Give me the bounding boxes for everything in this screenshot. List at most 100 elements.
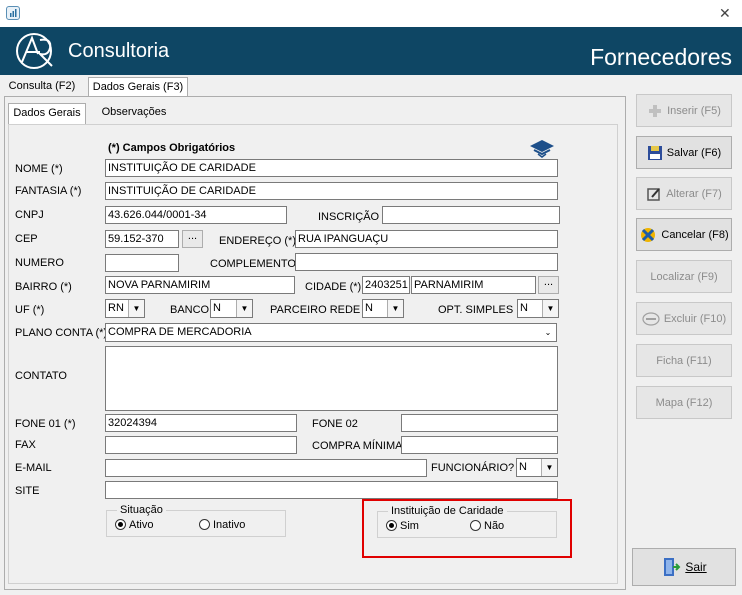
tab-dados-gerais[interactable]: Dados Gerais (F3): [88, 77, 188, 97]
tab-sub-observacoes[interactable]: Observações: [94, 104, 174, 123]
brand-name: Consultoria: [68, 40, 170, 62]
fax-label: FAX: [15, 439, 36, 451]
funcionario-select[interactable]: N ▼: [516, 458, 558, 477]
fantasia-input[interactable]: INSTITUIÇÃO DE CARIDADE: [105, 182, 558, 200]
minus-icon: [642, 311, 660, 326]
excluir-label: Excluir (F10): [663, 312, 727, 325]
email-label: E-MAIL: [15, 462, 52, 474]
contato-textarea[interactable]: [105, 346, 558, 411]
tab-consulta[interactable]: Consulta (F2): [4, 78, 80, 97]
close-icon[interactable]: ✕: [719, 5, 731, 22]
chevron-down-icon: ▼: [387, 300, 403, 317]
parceiro-value: N: [365, 302, 373, 314]
bairro-input[interactable]: NOVA PARNAMIRIM: [105, 276, 295, 294]
app-icon: [6, 6, 20, 20]
logo-icon: [12, 30, 68, 75]
chevron-down-icon: ▼: [542, 300, 558, 317]
site-label: SITE: [15, 485, 40, 497]
cep-search-button[interactable]: ...: [182, 230, 203, 248]
complemento-input[interactable]: [295, 253, 558, 271]
banco-select[interactable]: N ▼: [210, 299, 253, 318]
banco-value: N: [213, 302, 221, 314]
fax-input[interactable]: [105, 436, 297, 454]
ficha-button[interactable]: Ficha (F11): [636, 344, 732, 377]
cep-input[interactable]: 59.152-370: [105, 230, 179, 248]
chevron-down-icon: ▼: [541, 459, 557, 476]
mapa-button[interactable]: Mapa (F12): [636, 386, 732, 419]
uf-select[interactable]: RN ▼: [105, 299, 145, 318]
cidade-search-button[interactable]: ...: [538, 276, 559, 294]
cidade-code-input[interactable]: 2403251: [362, 276, 410, 294]
plano-conta-label: PLANO CONTA (*): [15, 327, 108, 339]
sim-label: Sim: [400, 520, 419, 532]
receita-logo-icon: [528, 138, 556, 161]
nao-label: Não: [484, 520, 505, 532]
inserir-button[interactable]: Inserir (F5): [636, 94, 732, 127]
numero-input[interactable]: [105, 254, 179, 272]
cep-label: CEP: [15, 233, 38, 245]
contato-label: CONTATO: [15, 370, 67, 382]
tab-sub-dados-gerais[interactable]: Dados Gerais: [8, 103, 86, 124]
numero-label: NUMERO: [15, 257, 64, 269]
alterar-button[interactable]: Alterar (F7): [636, 177, 732, 210]
plano-conta-value: COMPRA DE MERCADORIA: [108, 326, 252, 338]
cidade-input[interactable]: PARNAMIRIM: [411, 276, 536, 294]
compra-minima-input[interactable]: [401, 436, 558, 454]
funcionario-value: N: [519, 461, 527, 473]
situacao-ativo-radio[interactable]: Ativo: [115, 519, 153, 531]
endereco-label: ENDEREÇO (*): [219, 235, 297, 247]
opt-simples-select[interactable]: N ▼: [517, 299, 559, 318]
fone02-input[interactable]: [401, 414, 558, 432]
opt-simples-label: OPT. SIMPLES: [438, 304, 514, 316]
sair-button[interactable]: Sair: [632, 548, 736, 586]
chevron-down-icon: ▼: [128, 300, 144, 317]
required-note: (*) Campos Obrigatórios: [108, 142, 236, 154]
mapa-label: Mapa (F12): [655, 396, 713, 409]
plano-conta-select[interactable]: COMPRA DE MERCADORIA ⌄: [105, 323, 557, 342]
complemento-label: COMPLEMENTO: [210, 258, 296, 270]
fantasia-label: FANTASIA (*): [15, 185, 82, 197]
plus-icon: [649, 104, 662, 117]
funcionario-label: FUNCIONÁRIO?: [431, 462, 515, 474]
situacao-group: Situação Ativo Inativo: [106, 504, 286, 537]
inscricao-input[interactable]: [382, 206, 560, 224]
excluir-button[interactable]: Excluir (F10): [636, 302, 732, 335]
fone02-label: FONE 02: [312, 418, 358, 430]
inativo-label: Inativo: [213, 519, 246, 531]
situacao-title: Situação: [117, 504, 166, 516]
ativo-label: Ativo: [129, 519, 154, 531]
chevron-down-icon: ⌄: [540, 324, 556, 341]
header-banner: Consultoria Fornecedores: [0, 27, 742, 75]
exit-door-icon: [664, 558, 681, 576]
site-input[interactable]: [105, 481, 558, 499]
caridade-sim-radio[interactable]: Sim: [386, 520, 419, 532]
alterar-label: Alterar (F7): [666, 187, 722, 200]
caridade-nao-radio[interactable]: Não: [470, 520, 504, 532]
cnpj-input[interactable]: 43.626.044/0001-34: [105, 206, 287, 224]
salvar-button[interactable]: Salvar (F6): [636, 136, 732, 169]
localizar-button[interactable]: Localizar (F9): [636, 260, 732, 293]
parceiro-select[interactable]: N ▼: [362, 299, 404, 318]
cancelar-label: Cancelar (F8): [661, 228, 729, 241]
radio-icon: [470, 520, 481, 531]
title-bar: ✕: [0, 0, 742, 27]
caridade-group: Instituição de Caridade Sim Não: [377, 505, 557, 538]
email-input[interactable]: [105, 459, 427, 477]
cancelar-button[interactable]: Cancelar (F8): [636, 218, 732, 251]
floppy-disk-icon: [647, 145, 662, 160]
edit-icon: [647, 187, 660, 201]
inserir-label: Inserir (F5): [667, 104, 721, 117]
endereco-input[interactable]: RUA IPANGUAÇU: [295, 230, 558, 248]
chevron-down-icon: ▼: [236, 300, 252, 317]
localizar-label: Localizar (F9): [650, 270, 718, 283]
bairro-label: BAIRRO (*): [15, 281, 72, 293]
opt-simples-value: N: [520, 302, 528, 314]
radio-selected-icon: [386, 520, 397, 531]
fone01-input[interactable]: 32024394: [105, 414, 297, 432]
cidade-label: CIDADE (*): [305, 281, 362, 293]
radio-selected-icon: [115, 519, 126, 530]
uf-value: RN: [108, 302, 124, 314]
situacao-inativo-radio[interactable]: Inativo: [199, 519, 245, 531]
nome-input[interactable]: INSTITUIÇÃO DE CARIDADE: [105, 159, 558, 177]
ficha-label: Ficha (F11): [656, 354, 712, 367]
